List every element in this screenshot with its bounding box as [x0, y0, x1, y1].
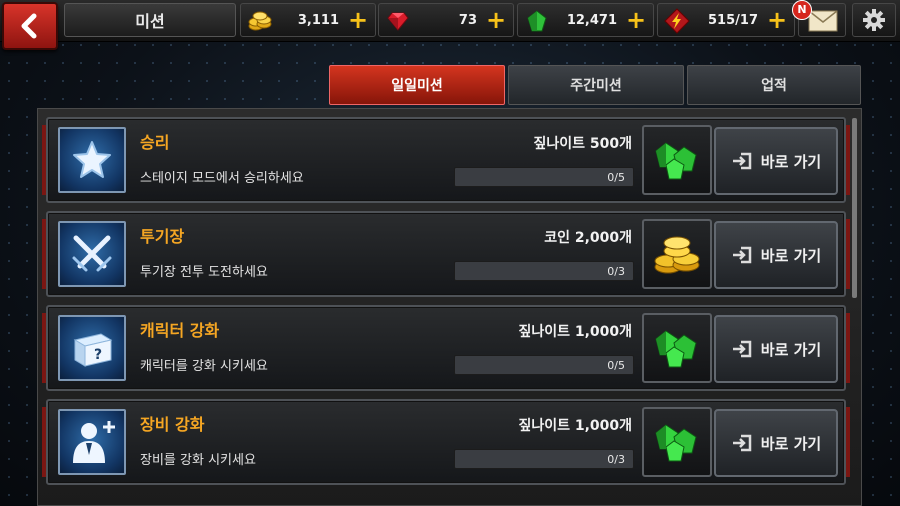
- go-button[interactable]: 바로 가기: [714, 409, 838, 477]
- reward-icon-tile: [642, 407, 712, 477]
- green-gems-icon: [655, 330, 697, 368]
- mission-title: 승리: [140, 133, 170, 152]
- enter-icon: [732, 246, 752, 264]
- enter-icon: [732, 152, 752, 170]
- gem-value: 12,471: [566, 13, 617, 28]
- star-icon: [73, 141, 111, 178]
- scrollbar[interactable]: [852, 118, 857, 298]
- gear-icon: [863, 9, 885, 31]
- reward-icon-tile: [642, 125, 712, 195]
- crossed-swords-icon: [72, 235, 112, 272]
- mission-row: ? 캐릭터 강화 캐릭터를 강화 시키세요 짚나이트 1,000개 0/5 바로…: [42, 305, 850, 391]
- tab-weekly-missions[interactable]: 주간미션: [508, 65, 684, 105]
- mission-description: 장비를 강화 시키세요: [140, 453, 256, 468]
- mission-row: 장비 강화 장비를 강화 시키세요 짚나이트 1,000개 0/3 바로 가기: [42, 399, 850, 485]
- screen-title: 미션: [64, 3, 236, 37]
- go-button-label: 바로 가기: [760, 340, 822, 359]
- gem-resource: 12,471 +: [517, 3, 654, 37]
- back-button[interactable]: [2, 2, 58, 50]
- mission-description: 투기장 전투 도전하세요: [140, 265, 268, 280]
- go-button-label: 바로 가기: [760, 152, 822, 171]
- enter-icon: [732, 340, 752, 358]
- mission-progress-bar: 0/5: [454, 167, 634, 187]
- mission-description: 캐릭터를 강화 시키세요: [140, 359, 268, 374]
- mission-reward-label: 코인 2,000개: [544, 230, 632, 246]
- mission-progress-bar: 0/3: [454, 261, 634, 281]
- mission-progress-bar: 0/5: [454, 355, 634, 375]
- mission-icon-tile: [58, 127, 126, 193]
- progress-text: 0/5: [607, 359, 625, 372]
- mission-progress-bar: 0/3: [454, 449, 634, 469]
- ruby-value: 73: [458, 13, 477, 28]
- progress-text: 0/3: [607, 453, 625, 466]
- green-gems-icon: [655, 142, 697, 180]
- go-button-label: 바로 가기: [760, 246, 822, 265]
- add-gem-button[interactable]: +: [625, 8, 647, 32]
- reward-icon-tile: [642, 219, 712, 289]
- green-gems-icon: [655, 424, 697, 462]
- svg-text:?: ?: [94, 347, 102, 363]
- enter-icon: [732, 434, 752, 452]
- mission-row: 투기장 투기장 전투 도전하세요 코인 2,000개 0/3 바로 가기: [42, 211, 850, 297]
- mission-reward-label: 짚나이트 1,000개: [518, 324, 632, 340]
- ruby-resource: 73 +: [378, 3, 514, 37]
- mail-icon: [808, 10, 838, 32]
- character-upgrade-icon: [73, 421, 115, 463]
- go-button[interactable]: 바로 가기: [714, 221, 838, 289]
- go-button[interactable]: 바로 가기: [714, 315, 838, 383]
- settings-button[interactable]: [852, 3, 896, 37]
- add-gold-button[interactable]: +: [347, 8, 369, 32]
- ruby-icon: [387, 12, 409, 31]
- go-button[interactable]: 바로 가기: [714, 127, 838, 195]
- gold-coins-icon: [248, 11, 272, 31]
- progress-text: 0/5: [607, 171, 625, 184]
- mission-title: 캐릭터 강화: [140, 321, 220, 340]
- mission-reward-label: 짚나이트 500개: [533, 136, 633, 152]
- mail-notification-badge: N: [792, 0, 812, 20]
- tab-achievements[interactable]: 업적: [687, 65, 861, 105]
- mission-row: 승리 스테이지 모드에서 승리하세요 짚나이트 500개 0/5 바로 가기: [42, 117, 850, 203]
- mission-description: 스테이지 모드에서 승리하세요: [140, 171, 304, 186]
- tab-daily-missions[interactable]: 일일미션: [329, 65, 505, 105]
- gold-coins-icon: [654, 236, 700, 274]
- mystery-box-icon: ?: [73, 333, 113, 367]
- lightning-icon: [664, 8, 690, 34]
- gold-value: 3,111: [297, 13, 339, 28]
- energy-value: 515/17: [708, 13, 758, 28]
- mission-reward-label: 짚나이트 1,000개: [518, 418, 632, 434]
- mission-icon-tile: [58, 409, 126, 475]
- progress-text: 0/3: [607, 265, 625, 278]
- add-energy-button[interactable]: +: [766, 8, 788, 32]
- mission-title: 장비 강화: [140, 415, 205, 434]
- add-ruby-button[interactable]: +: [485, 8, 507, 32]
- chevron-left-icon: [21, 13, 37, 39]
- gold-resource: 3,111 +: [240, 3, 376, 37]
- reward-icon-tile: [642, 313, 712, 383]
- green-gem-icon: [527, 10, 547, 32]
- mission-title: 투기장: [140, 227, 185, 246]
- mission-icon-tile: [58, 221, 126, 287]
- mission-icon-tile: ?: [58, 315, 126, 381]
- energy-resource: 515/17 +: [657, 3, 795, 37]
- go-button-label: 바로 가기: [760, 434, 822, 453]
